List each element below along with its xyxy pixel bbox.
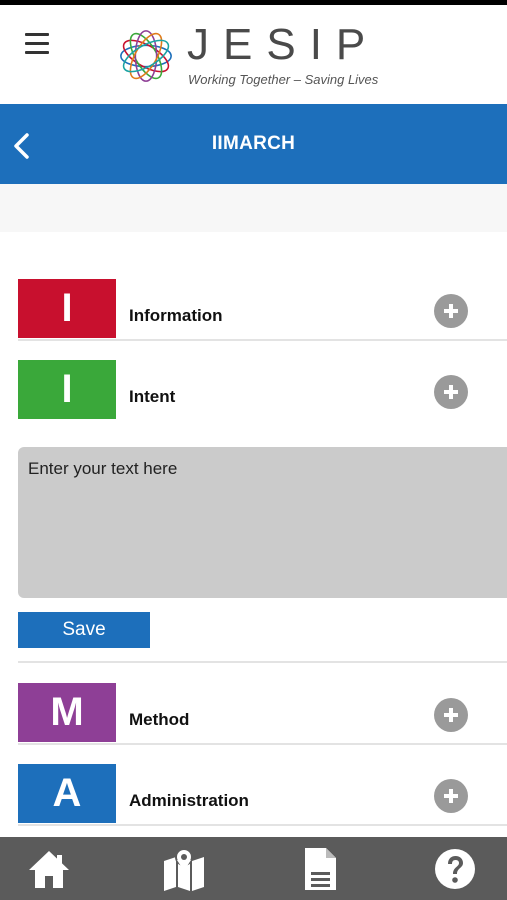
row-divider	[18, 824, 507, 826]
app-header: JESIP Working Together – Saving Lives	[0, 5, 507, 104]
row-label: Information	[129, 306, 223, 325]
logo-tagline: Working Together – Saving Lives	[188, 72, 379, 87]
row-badge: A	[18, 764, 116, 823]
home-icon[interactable]	[27, 847, 71, 891]
hamburger-icon[interactable]	[25, 33, 49, 55]
document-icon[interactable]	[298, 847, 342, 891]
row-label: Administration	[129, 791, 249, 810]
row-divider	[18, 743, 507, 745]
section-divider	[18, 661, 507, 663]
intent-text-input[interactable]	[18, 447, 507, 598]
logo-mark-icon	[120, 30, 172, 82]
row-administration[interactable]: A Administration	[18, 764, 507, 826]
save-button[interactable]: Save	[18, 612, 150, 648]
row-badge: I	[18, 279, 116, 338]
help-icon[interactable]	[433, 847, 477, 891]
page-title: IIMARCH	[211, 133, 296, 154]
bottom-nav	[0, 837, 507, 900]
row-divider	[18, 339, 507, 341]
row-badge: M	[18, 683, 116, 742]
map-icon[interactable]	[162, 847, 206, 891]
row-method[interactable]: M Method	[18, 683, 507, 745]
row-intent[interactable]: I Intent	[18, 360, 507, 422]
title-bar: IIMARCH	[0, 104, 507, 184]
plus-circle-icon[interactable]	[434, 375, 468, 409]
row-label: Intent	[129, 387, 176, 406]
row-badge: I	[18, 360, 116, 419]
plus-circle-icon[interactable]	[434, 779, 468, 813]
logo-wordmark: JESIP	[187, 20, 380, 69]
spacer-band	[0, 184, 507, 232]
row-label: Method	[129, 710, 190, 729]
row-information[interactable]: I Information	[18, 279, 507, 341]
plus-circle-icon[interactable]	[434, 294, 468, 328]
plus-circle-icon[interactable]	[434, 698, 468, 732]
